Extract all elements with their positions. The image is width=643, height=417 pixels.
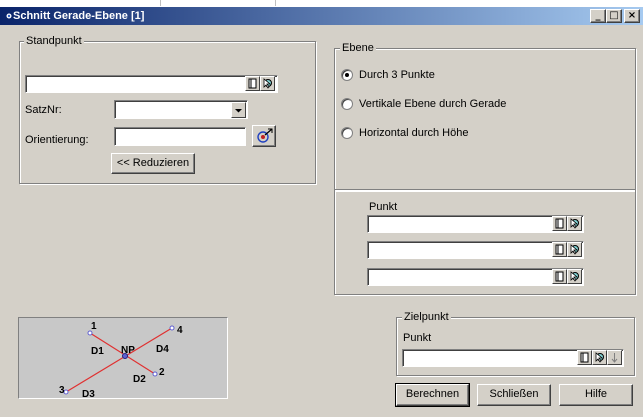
target-icon xyxy=(257,128,273,143)
book-button[interactable] xyxy=(552,269,567,284)
book-icon xyxy=(248,78,257,89)
book-button[interactable] xyxy=(552,242,567,257)
minimize-icon: _ xyxy=(595,10,601,21)
book-icon xyxy=(555,271,564,282)
standpunkt-group-label: Standpunkt xyxy=(24,35,84,48)
zielpunkt-group-label: Zielpunkt xyxy=(402,311,451,324)
point-2 xyxy=(152,371,158,377)
pick-cursor-icon xyxy=(570,218,579,229)
ebene-group-label: Ebene xyxy=(340,42,376,55)
label-np: NP xyxy=(121,345,135,356)
pick-button[interactable] xyxy=(567,216,582,231)
orientierung-label: Orientierung: xyxy=(25,134,89,146)
dialog-window: Schnitt Gerade-Ebene [1] _ □ × Standpunk… xyxy=(0,7,643,417)
zielpunkt-group xyxy=(396,317,635,376)
orientierung-input[interactable] xyxy=(114,127,246,146)
maximize-icon: □ xyxy=(609,10,619,21)
label-1: 1 xyxy=(91,321,97,332)
label-4: 4 xyxy=(177,325,183,336)
satznr-label: SatzNr: xyxy=(25,104,62,116)
radio-horizontal[interactable] xyxy=(341,127,353,139)
label-2: 2 xyxy=(159,367,165,378)
book-button[interactable] xyxy=(552,216,567,231)
label-d2: D2 xyxy=(133,374,146,385)
close-icon: × xyxy=(627,10,637,21)
punkt-input-2[interactable] xyxy=(367,241,584,259)
label-d4: D4 xyxy=(156,344,169,355)
book-button[interactable] xyxy=(577,350,592,365)
label-d3: D3 xyxy=(82,389,95,400)
book-icon xyxy=(580,352,589,363)
punkt-group-label: Punkt xyxy=(369,201,398,213)
arrow-down-button[interactable] xyxy=(607,350,622,365)
schliessen-button[interactable]: Schließen xyxy=(477,384,551,406)
label-horizontal[interactable]: Horizontal durch Höhe xyxy=(359,127,468,140)
radio-durch-3-punkte[interactable] xyxy=(341,69,353,81)
diagram-lines xyxy=(63,325,175,395)
zielpunkt-input[interactable] xyxy=(402,349,624,367)
hilfe-button[interactable]: Hilfe xyxy=(559,384,633,406)
point-4 xyxy=(169,325,175,331)
window-title: Schnitt Gerade-Ebene [1] xyxy=(13,10,145,22)
top-strip xyxy=(0,0,643,7)
maximize-button[interactable]: □ xyxy=(606,9,622,23)
satznr-select[interactable] xyxy=(114,100,248,119)
pick-button[interactable] xyxy=(260,76,275,91)
standpunkt-input[interactable] xyxy=(25,75,278,93)
pick-button[interactable] xyxy=(567,242,582,257)
arrow-down-icon xyxy=(611,353,618,363)
title-bar[interactable]: Schnitt Gerade-Ebene [1] _ □ × xyxy=(0,7,643,25)
radio-vertikale-ebene[interactable] xyxy=(341,98,353,110)
zielpunkt-punkt-label: Punkt xyxy=(403,332,432,344)
pick-cursor-icon xyxy=(263,78,272,89)
target-button[interactable] xyxy=(252,125,276,147)
pick-button[interactable] xyxy=(592,350,607,365)
punkt-input-3[interactable] xyxy=(367,268,584,286)
label-d1: D1 xyxy=(91,346,104,357)
label-3: 3 xyxy=(59,385,65,396)
pick-cursor-icon xyxy=(570,244,579,255)
radio-selected-dot xyxy=(345,73,349,77)
intersection-diagram: 1 2 3 4 D1 D2 D3 D4 NP xyxy=(18,317,228,400)
satznr-dropdown-button[interactable] xyxy=(231,102,246,118)
line-3-4 xyxy=(65,327,173,393)
berechnen-button[interactable]: Berechnen xyxy=(395,383,470,407)
pick-button[interactable] xyxy=(567,269,582,284)
reduzieren-button[interactable]: << Reduzieren xyxy=(111,153,195,174)
book-button[interactable] xyxy=(245,76,260,91)
pick-cursor-icon xyxy=(595,352,604,363)
book-icon xyxy=(555,218,564,229)
book-icon xyxy=(555,244,564,255)
close-button[interactable]: × xyxy=(624,9,640,23)
pick-cursor-icon xyxy=(570,271,579,282)
label-vertikale-ebene[interactable]: Vertikale Ebene durch Gerade xyxy=(359,98,506,111)
minimize-button[interactable]: _ xyxy=(590,9,606,23)
punkt-input-1[interactable] xyxy=(367,215,584,233)
label-durch-3-punkte[interactable]: Durch 3 Punkte xyxy=(359,69,435,82)
chevron-down-icon xyxy=(235,109,242,113)
